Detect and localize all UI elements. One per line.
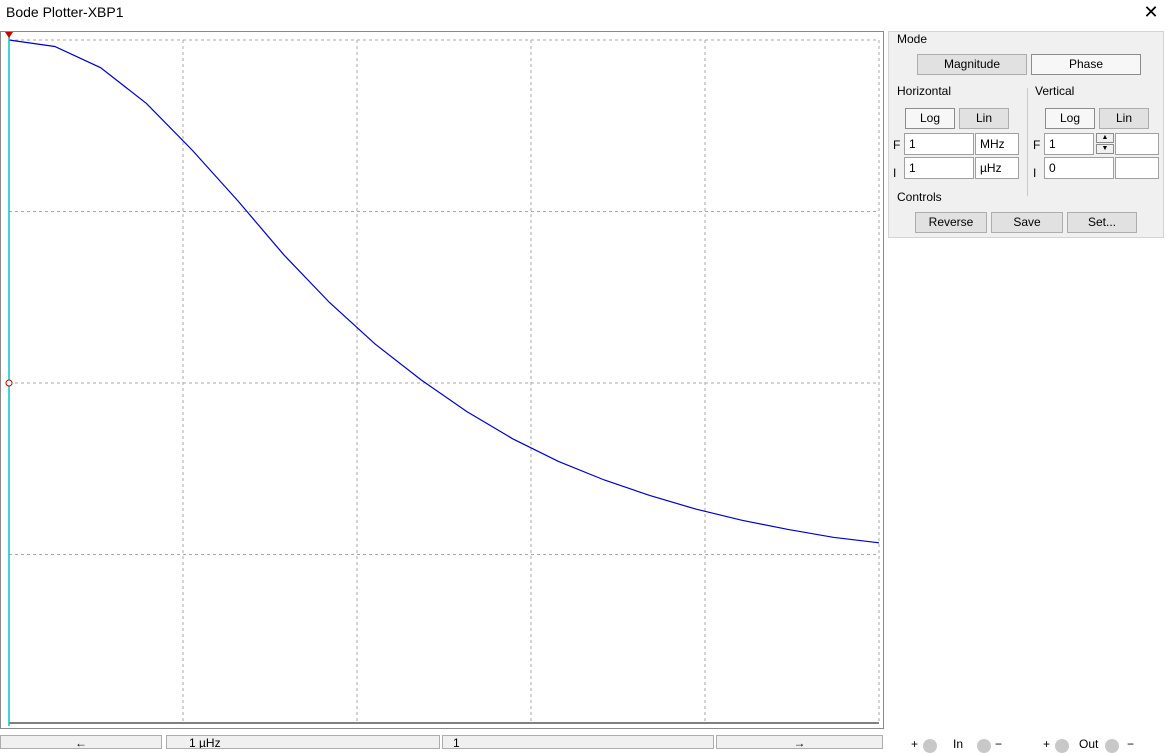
window-title: Bode Plotter-XBP1: [6, 4, 124, 20]
vertical-final-value-field[interactable]: 1: [1044, 133, 1094, 155]
horizontal-initial-label: I: [893, 166, 897, 180]
horizontal-final-label: F: [893, 138, 901, 152]
spin-down-icon[interactable]: ▼: [1096, 144, 1114, 154]
bode-plot-svg: [5, 32, 880, 726]
reverse-button[interactable]: Reverse: [915, 212, 987, 233]
out-label: Out: [1079, 737, 1099, 751]
phase-button[interactable]: Phase: [1031, 54, 1141, 75]
terminal-connectors: + In − + Out −: [905, 737, 1165, 753]
horizontal-lin-button[interactable]: Lin: [959, 108, 1009, 129]
close-icon[interactable]: ✕: [1138, 2, 1164, 22]
out-plus-terminal-icon[interactable]: [1055, 739, 1069, 753]
in-plus-terminal-icon[interactable]: [923, 739, 937, 753]
save-button[interactable]: Save: [991, 212, 1063, 233]
vertical-initial-label: I: [1033, 166, 1037, 180]
cursor-origin-marker: [5, 379, 13, 387]
out-minus-label: −: [1127, 737, 1135, 751]
vertical-final-unit-field[interactable]: [1115, 133, 1159, 155]
control-panel: Mode Magnitude Phase Horizontal Vertical…: [888, 31, 1164, 238]
in-minus-label: −: [995, 737, 1003, 751]
horizontal-group-label: Horizontal: [897, 84, 952, 98]
vertical-log-button[interactable]: Log: [1045, 108, 1095, 129]
in-minus-terminal-icon[interactable]: [977, 739, 991, 753]
vertical-initial-value-field[interactable]: 0: [1044, 157, 1114, 179]
bode-plot-area[interactable]: [0, 31, 884, 729]
controls-group-label: Controls: [897, 190, 942, 204]
horizontal-final-value-field[interactable]: 1: [904, 133, 974, 155]
cursor-readout-bar: ← 1 µHz 1 →: [0, 735, 884, 749]
horizontal-log-button[interactable]: Log: [905, 108, 955, 129]
magnitude-button[interactable]: Magnitude: [917, 54, 1027, 75]
horizontal-initial-unit-field[interactable]: µHz: [975, 157, 1019, 179]
out-plus-label: +: [1043, 737, 1051, 751]
vertical-initial-unit-field[interactable]: [1115, 157, 1159, 179]
title-bar: Bode Plotter-XBP1 ✕: [0, 0, 1167, 24]
mode-group-label: Mode: [897, 32, 928, 46]
cursor-marker-icon: [5, 32, 13, 38]
vertical-final-label: F: [1033, 138, 1041, 152]
vertical-lin-button[interactable]: Lin: [1099, 108, 1149, 129]
spin-up-icon[interactable]: ▲: [1096, 133, 1114, 143]
horizontal-final-unit-field[interactable]: MHz: [975, 133, 1019, 155]
out-minus-terminal-icon[interactable]: [1105, 739, 1119, 753]
set-button[interactable]: Set...: [1067, 212, 1137, 233]
in-label: In: [953, 737, 964, 751]
phase-curve: [8, 39, 880, 544]
in-plus-label: +: [911, 737, 919, 751]
horizontal-initial-value-field[interactable]: 1: [904, 157, 974, 179]
vertical-group-label: Vertical: [1035, 84, 1075, 98]
group-divider: [1027, 88, 1028, 196]
